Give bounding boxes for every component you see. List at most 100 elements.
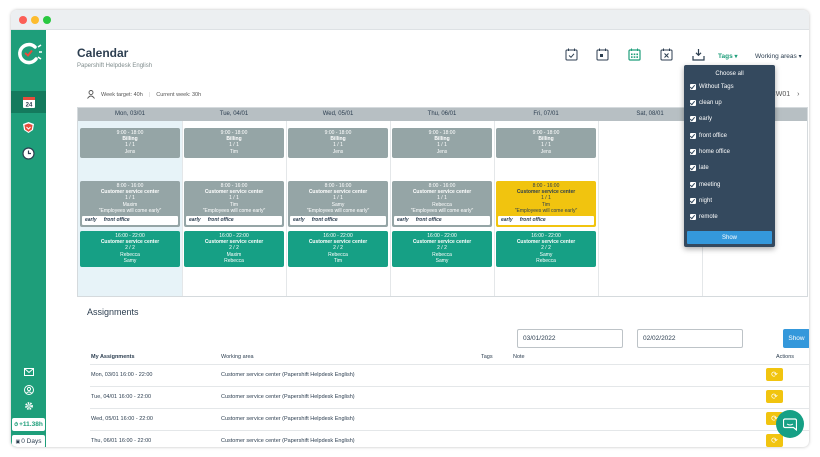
page-subtitle: Papershift Helpdesk English [77,63,153,69]
download-icon[interactable] [692,48,705,61]
shift-note: "Employees will come early" [98,207,162,214]
tag-option[interactable]: Without Tags [690,82,734,92]
checkbox-checked-icon[interactable] [690,133,696,139]
calendar-week-view-icon[interactable] [628,48,641,61]
assignment-date: Wed, 05/01 16:00 - 22:00 [91,416,153,422]
checkbox-checked-icon[interactable] [690,116,696,122]
shift-card-customer-service-evening[interactable]: 16:00 - 22:00 Customer service center 2 … [496,231,596,267]
tag-option-label: Without Tags [699,84,734,90]
shift-card-billing[interactable]: 9:00 - 18:00 Billing 1 / 1 Jens [80,128,180,158]
main-content: Calendar Papershift Helpdesk English Tag… [46,30,809,447]
shift-card-billing[interactable]: 9:00 - 18:00 Billing 1 / 1 Jens [392,128,492,158]
tag-option-label: clean up [699,100,722,106]
swap-shift-button[interactable]: ⟳ [766,368,783,381]
assignments-show-button[interactable]: Show [783,329,809,348]
shift-card-billing[interactable]: 9:00 - 18:00 Billing 1 / 1 Jens [288,128,388,158]
swap-icon: ⟳ [771,436,778,445]
tag-option[interactable]: meeting [690,180,720,190]
assignments-title: Assignments [87,307,139,317]
swap-shift-button[interactable]: ⟳ [766,390,783,403]
user-profile-icon[interactable] [24,385,34,395]
checkbox-checked-icon[interactable] [690,198,696,204]
date-to-input[interactable]: 02/02/2022 [637,329,743,348]
working-areas-filter-button[interactable]: Working areas ▾ [755,53,802,60]
day-header: Mon, 03/01 [114,111,146,117]
checkbox-checked-icon[interactable] [690,100,696,106]
assignment-area: Customer service center (Papershift Help… [221,394,355,400]
shift-card-billing[interactable]: 9:00 - 18:00 Billing 1 / 1 Jens [496,128,596,158]
sidebar-item-absences[interactable] [11,116,46,138]
maximize-window-button[interactable] [43,16,51,24]
tags-show-button[interactable]: Show [687,231,772,244]
mail-icon[interactable] [24,368,34,376]
hours-balance-value: +11.38h [19,421,43,428]
shift-tags: early front office [498,216,594,225]
shift-card-customer-service-evening[interactable]: 16:00 - 22:00 Customer service center 2 … [392,231,492,267]
tag-option-label: late [699,165,709,171]
shift-card-billing[interactable]: 9:00 - 18:00 Billing 1 / 1 Tim [184,128,284,158]
shift-card-customer-service[interactable]: 8:00 - 16:00 Customer service center 1 /… [288,181,388,227]
date-from-input[interactable]: 03/01/2022 [517,329,623,348]
calendar-remove-icon[interactable] [660,48,673,61]
tag-option[interactable]: remote [690,212,718,222]
chevron-down-icon: ▾ [734,54,738,60]
shift-card-customer-service-evening[interactable]: 16:00 - 22:00 Customer service center 2 … [288,231,388,267]
shift-card-customer-service-evening[interactable]: 16:00 - 22:00 Customer service center 2 … [80,231,180,267]
shift-tags: early front office [290,216,386,225]
table-row: Wed, 05/01 16:00 - 22:00 Customer servic… [90,408,809,430]
calendar-day-view-icon[interactable] [596,48,609,61]
shift-card-customer-service[interactable]: 8:00 - 16:00 Customer service center 1 /… [184,181,284,227]
tag-option[interactable]: late [690,163,709,173]
column-divider [286,121,287,296]
tag-option-label: night [699,198,713,204]
tag-option-label: home office [699,149,730,155]
choose-all-option[interactable]: Choose all [684,71,775,77]
tag-label: front office [103,217,130,224]
checkbox-checked-icon[interactable] [690,84,696,90]
shift-card-customer-service-highlighted[interactable]: 8:00 - 16:00 Customer service center 1 /… [496,181,596,227]
tag-label: early [189,217,201,224]
assignment-area: Customer service center (Papershift Help… [221,416,355,422]
checkbox-checked-icon[interactable] [690,165,696,171]
gear-icon[interactable] [24,401,34,411]
shift-tags: early front office [394,216,490,225]
column-divider [494,121,495,296]
close-window-button[interactable] [19,16,27,24]
day-header: Fri, 07/01 [533,111,559,117]
checkbox-checked-icon[interactable] [690,149,696,155]
working-areas-filter-label: Working areas [755,53,797,60]
sidebar-item-time-tracking[interactable] [11,142,46,164]
shift-note: "Employees will come early" [514,207,578,214]
tag-option[interactable]: night [690,196,712,206]
swap-icon: ⟳ [771,370,778,379]
tag-option[interactable]: early [690,114,712,124]
tag-option[interactable]: home office [690,147,730,157]
shift-note: "Employees will come early" [202,207,266,214]
shift-card-customer-service-evening[interactable]: 16:00 - 22:00 Customer service center 2 … [184,231,284,267]
vacation-days-value: 0 Days [21,438,42,445]
column-divider [182,121,183,296]
shift-person: Jens [332,148,344,155]
shift-card-customer-service[interactable]: 8:00 - 16:00 Customer service center 1 /… [80,181,180,227]
chat-support-button[interactable] [776,410,804,438]
tag-option[interactable]: front office [690,131,727,141]
swap-icon: ⟳ [771,392,778,401]
sidebar-item-calendar[interactable]: 24 [11,91,46,113]
column-header-my-assignments: My Assignments [91,354,135,360]
checkbox-checked-icon[interactable] [690,182,696,188]
shift-card-customer-service[interactable]: 8:00 - 16:00 Customer service center 1 /… [392,181,492,227]
tags-dropdown: Choose all Without Tags clean up early f… [684,65,775,247]
tag-option[interactable]: clean up [690,98,722,108]
minimize-window-button[interactable] [31,16,39,24]
swap-shift-button[interactable]: ⟳ [766,434,783,447]
calendar-check-icon[interactable] [565,48,578,61]
shift-person: Jens [540,148,552,155]
chevron-right-icon[interactable]: › [797,91,799,98]
checkbox-checked-icon[interactable] [690,214,696,220]
shift-person: Tim [333,257,343,264]
day-header: Wed, 05/01 [322,111,354,117]
calendar-day-number: 24 [25,103,32,109]
tags-filter-button[interactable]: Tags ▾ [718,53,738,60]
tags-filter-label: Tags [718,53,733,60]
papershift-logo-icon[interactable] [15,38,43,68]
